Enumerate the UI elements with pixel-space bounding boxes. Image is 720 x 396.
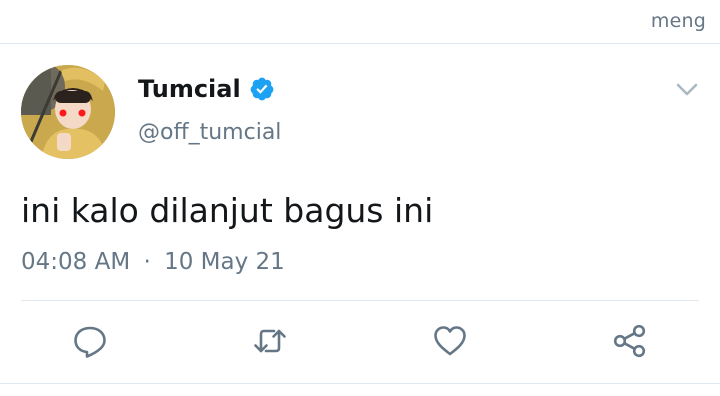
heart-icon <box>434 326 466 356</box>
tweet-date: 10 May 21 <box>164 249 285 275</box>
chevron-down-icon[interactable] <box>676 82 698 98</box>
bottom-divider <box>0 383 720 384</box>
actions-divider <box>21 300 699 301</box>
reply-icon <box>74 326 106 358</box>
avatar[interactable] <box>21 65 115 159</box>
top-divider <box>0 43 720 44</box>
retweet-icon <box>254 329 286 353</box>
tweet-text: ini kalo dilanjut bagus ini <box>21 191 434 230</box>
like-button[interactable] <box>432 323 468 359</box>
share-icon <box>613 324 646 358</box>
author-name-row[interactable]: Tumcial <box>138 75 275 103</box>
verified-badge-icon <box>249 76 275 102</box>
meta-separator: · <box>143 249 151 275</box>
tweet-timestamp[interactable]: 04:08 AM · 10 May 21 <box>21 249 285 275</box>
retweet-button[interactable] <box>252 323 288 359</box>
top-strip: meng <box>0 0 720 44</box>
top-right-label: meng <box>650 10 706 32</box>
user-handle[interactable]: @off_tumcial <box>138 120 281 145</box>
tweet-screen: meng Tumcial @off_tumcial ini kalo dilan… <box>0 0 720 396</box>
share-button[interactable] <box>612 323 648 359</box>
reply-button[interactable] <box>72 323 108 359</box>
tweet-time: 04:08 AM <box>21 249 131 275</box>
avatar-image <box>21 65 115 159</box>
display-name[interactable]: Tumcial <box>138 75 241 103</box>
